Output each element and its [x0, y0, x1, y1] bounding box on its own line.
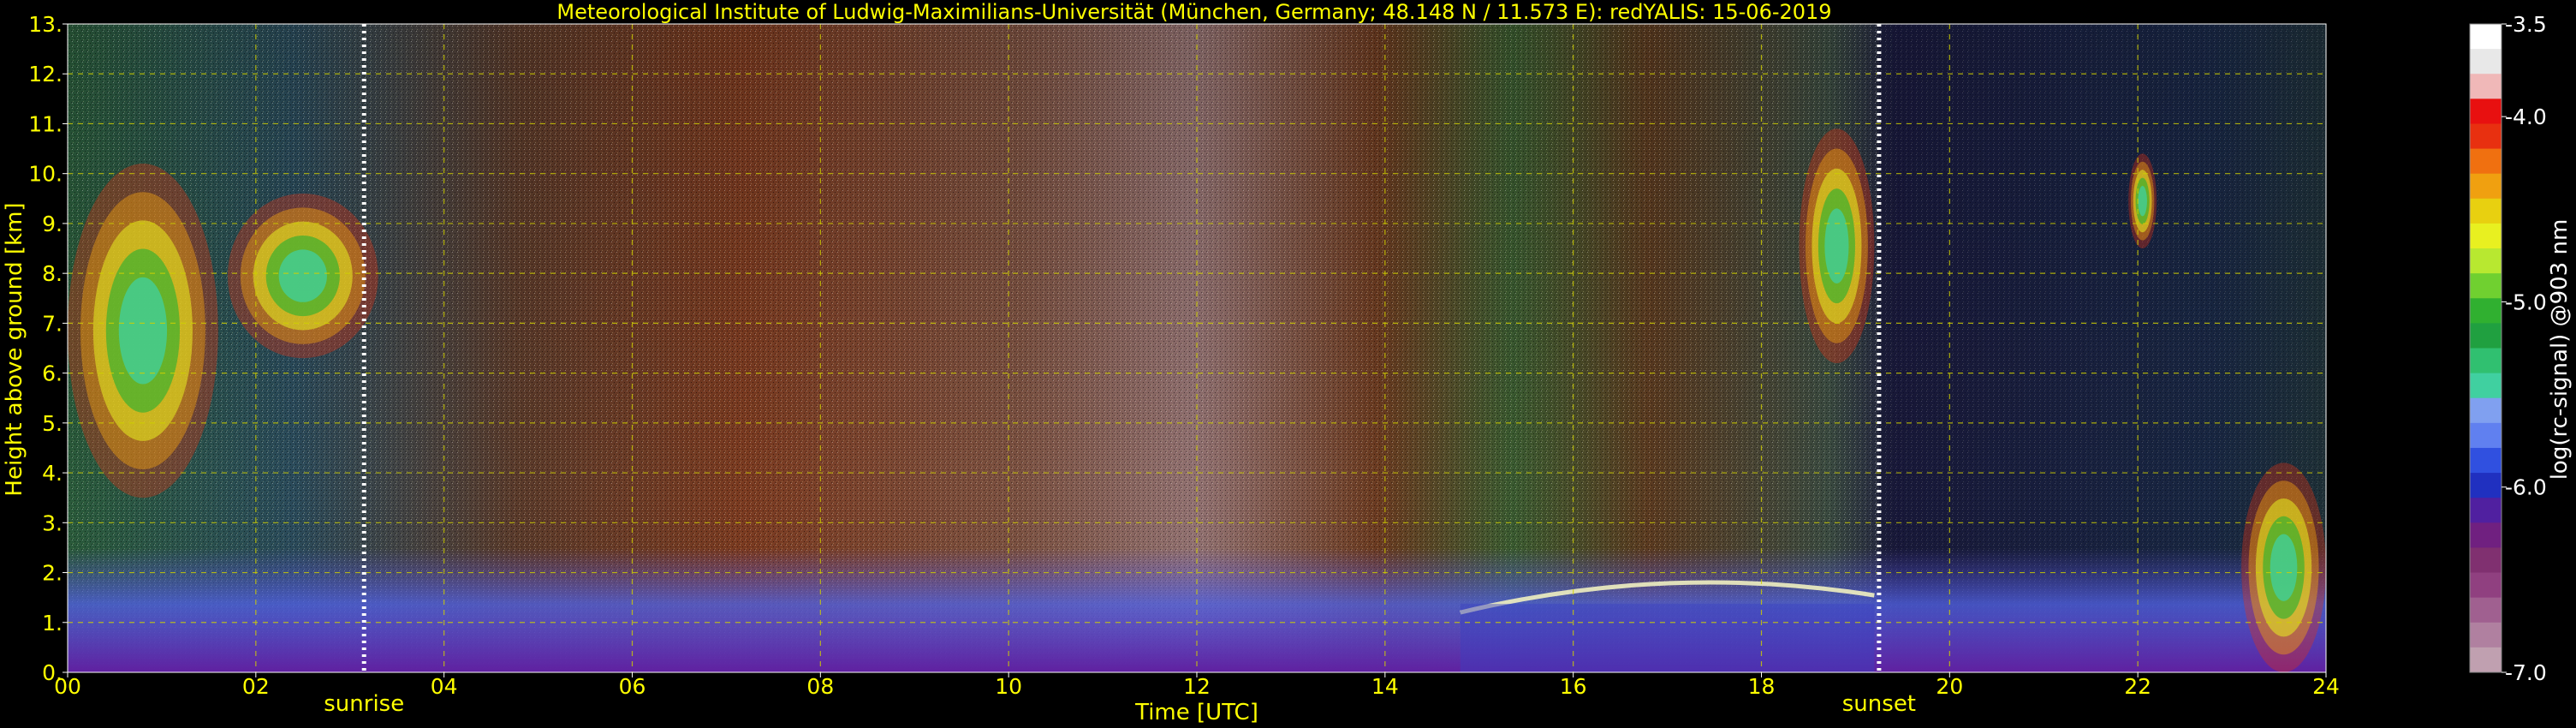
- colorbar-segment: [2470, 622, 2502, 648]
- low-cloud-feature: [2241, 462, 2327, 672]
- x-tick-label: 18: [1748, 674, 1776, 699]
- colorbar-tick-label: -7.0: [2505, 660, 2547, 685]
- colorbar-tick-label: -4.0: [2505, 104, 2547, 129]
- colorbar-segment: [2470, 123, 2502, 150]
- x-tick-label: 12: [1183, 674, 1211, 699]
- x-tick-label: 06: [619, 674, 646, 699]
- x-tick-label: 02: [242, 674, 270, 699]
- x-tick-label: 10: [995, 674, 1022, 699]
- y-tick-label: 3.: [42, 510, 62, 535]
- colorbar-segment: [2470, 173, 2502, 200]
- cirrus-feature: [2128, 153, 2157, 249]
- colorbar-segment: [2470, 223, 2502, 249]
- plot-area: [67, 23, 2327, 673]
- colorbar-segment: [2470, 348, 2502, 374]
- x-tick-label: 14: [1371, 674, 1399, 699]
- colorbar-segment: [2470, 473, 2502, 498]
- x-tick-label: 04: [431, 674, 458, 699]
- y-tick-label: 8.: [42, 261, 62, 286]
- y-tick-label: 13.: [28, 12, 62, 37]
- y-tick-label: 7.: [42, 311, 62, 336]
- colorbar-tick-label: -5.0: [2505, 289, 2547, 314]
- x-tick-label: 16: [1560, 674, 1587, 699]
- colorbar-segment: [2470, 273, 2502, 299]
- colorbar-tick-label: -3.5: [2505, 12, 2547, 37]
- y-tick-label: 1.: [42, 611, 62, 636]
- colorbar-segment: [2470, 647, 2502, 673]
- y-tick-label: 12.: [28, 62, 62, 87]
- chart-title: Meteorological Institute of Ludwig-Maxim…: [556, 0, 1831, 24]
- y-tick-label: 6.: [42, 361, 62, 386]
- y-tick-label: 9.: [42, 212, 62, 236]
- cirrus-feature: [227, 193, 378, 359]
- y-tick-label: 11.: [28, 111, 62, 136]
- y-axis-label: Height above ground [km]: [2, 202, 27, 496]
- colorbar-segment: [2470, 49, 2502, 75]
- colorbar-segment: [2470, 522, 2502, 548]
- y-axis: 0. 1. 2. 3. 4. 5. 6. 7. 8. 9. 10. 11. 12. 13.: [28, 12, 68, 685]
- colorbar-segment: [2470, 148, 2502, 175]
- colorbar-segment: [2470, 248, 2502, 274]
- colorbar-segments: [2470, 24, 2502, 673]
- colorbar-segment: [2470, 298, 2502, 324]
- colorbar-ticks: -3.5 -4.0 -5.0 -6.0 -7.0: [2502, 12, 2547, 685]
- colorbar-segment: [2470, 547, 2502, 574]
- cirrus-feature: [68, 164, 218, 498]
- colorbar-segment: [2470, 422, 2502, 449]
- y-tick-label: 10.: [28, 162, 62, 187]
- colorbar-segment: [2470, 572, 2502, 599]
- colorbar-segment: [2470, 198, 2502, 224]
- colorbar-segment: [2470, 597, 2502, 624]
- colorbar-tick-label: -6.0: [2505, 475, 2547, 500]
- y-tick-label: 5.: [42, 411, 62, 436]
- colorbar: -3.5 -4.0 -5.0 -6.0 -7.0 log(rc-signal) @903…: [2469, 12, 2573, 685]
- cirrus-feature: [1799, 128, 1875, 363]
- sunset-label: sunset: [1842, 691, 1916, 717]
- lidar-figure: Meteorological Institute of Ludwig-Maxim…: [2, 0, 2573, 725]
- colorbar-segment: [2470, 498, 2502, 523]
- colorbar-segment: [2470, 74, 2502, 99]
- x-tick-label: 22: [2124, 674, 2151, 699]
- colorbar-segment: [2470, 373, 2502, 399]
- x-tick-label: 20: [1936, 674, 1963, 699]
- colorbar-segment: [2470, 323, 2502, 349]
- x-tick-label: 24: [2312, 674, 2340, 699]
- colorbar-segment: [2470, 447, 2502, 474]
- x-tick-label: 08: [806, 674, 834, 699]
- y-tick-label: 0.: [42, 660, 62, 685]
- colorbar-segment: [2470, 98, 2502, 124]
- sunrise-label: sunrise: [324, 691, 404, 717]
- y-tick-label: 4.: [42, 461, 62, 486]
- colorbar-segment: [2470, 24, 2502, 50]
- colorbar-segment: [2470, 397, 2502, 424]
- colorbar-label: log(rc-signal) @903 nm: [2547, 219, 2573, 480]
- x-axis-label: Time [UTC]: [1134, 700, 1258, 725]
- y-tick-label: 2.: [42, 561, 62, 586]
